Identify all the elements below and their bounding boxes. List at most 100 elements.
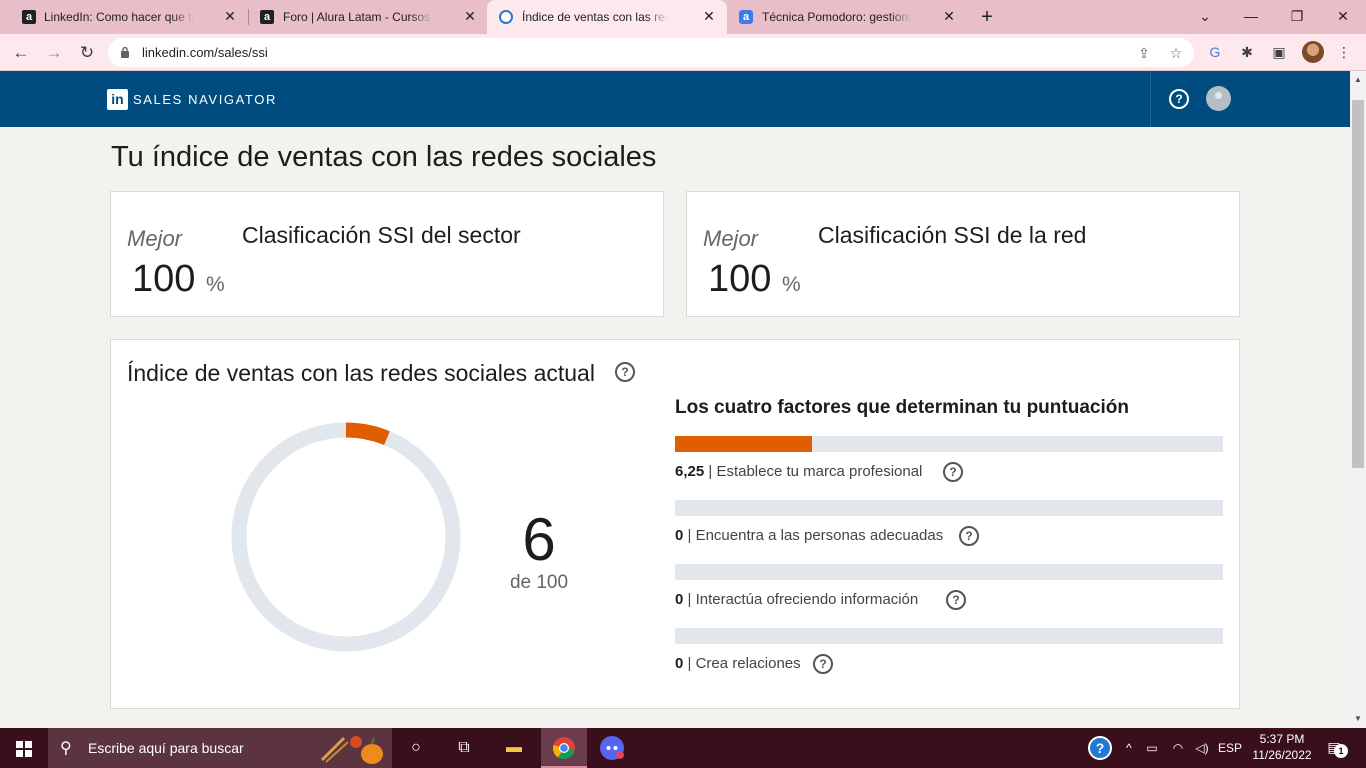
- factor-label: Encuentra a las personas adecuadas: [695, 527, 944, 544]
- rank-value: 100: [708, 258, 772, 300]
- alura-icon: a: [739, 10, 753, 24]
- notification-badge: 1: [1334, 744, 1348, 758]
- system-clock[interactable]: 5:37 PM 11/26/2022: [1246, 731, 1318, 763]
- close-icon[interactable]: ✕: [941, 8, 957, 24]
- close-icon[interactable]: ✕: [462, 8, 478, 24]
- rank-unit: %: [782, 273, 801, 296]
- factor-label: Establece tu marca profesional: [716, 463, 923, 480]
- reload-button[interactable]: ↻: [74, 40, 100, 66]
- linkedin-sn-icon: [499, 10, 513, 24]
- sales-navigator-header: in SALES NAVIGATOR ?: [0, 71, 1350, 127]
- task-view-icon[interactable]: ⧉: [450, 734, 478, 762]
- factor-bar-fill: [675, 436, 812, 452]
- factor-label: Crea relaciones: [695, 655, 801, 672]
- browser-tab[interactable]: a Técnica Pomodoro: gestiona tu tiempo ✕: [727, 0, 967, 34]
- factor-value: 0: [675, 527, 684, 544]
- close-icon[interactable]: ✕: [701, 8, 717, 24]
- menu-icon[interactable]: ⋮: [1334, 42, 1354, 62]
- alura-icon: a: [260, 10, 274, 24]
- translate-icon[interactable]: G: [1205, 42, 1225, 62]
- chrome-taskbar-button[interactable]: [541, 728, 587, 768]
- network-rank-card: Mejor 100 % Clasificación SSI de la red: [686, 191, 1240, 317]
- factor-value: 0: [675, 655, 684, 672]
- factor-row: 0 | Crea relaciones: [675, 655, 801, 672]
- wifi-icon[interactable]: ◠: [1168, 728, 1188, 768]
- factor-bar: [675, 436, 1223, 452]
- product-name[interactable]: SALES NAVIGATOR: [133, 92, 277, 107]
- ssi-score-max: de 100: [509, 572, 569, 593]
- chrome-icon: [552, 737, 575, 760]
- restore-button[interactable]: ❐: [1274, 0, 1320, 34]
- lock-icon: [121, 46, 129, 58]
- index-title: Índice de ventas con las redes sociales …: [127, 360, 595, 386]
- sector-rank-card: Mejor 100 % Clasificación SSI del sector: [110, 191, 664, 317]
- rank-qualifier: Mejor: [703, 226, 759, 251]
- battery-icon[interactable]: ▭: [1142, 728, 1162, 768]
- alura-icon: a: [22, 10, 36, 24]
- forward-button[interactable]: →: [41, 40, 67, 66]
- browser-tab[interactable]: a LinkedIn: Como hacer que tu perfil ✕: [0, 0, 248, 34]
- search-placeholder: Escribe aquí para buscar: [88, 740, 244, 756]
- donut-track: [231, 422, 461, 652]
- side-panel-icon[interactable]: ▣: [1269, 42, 1289, 62]
- language-indicator[interactable]: ESP: [1216, 728, 1244, 768]
- rank-qualifier: Mejor: [127, 226, 183, 251]
- profile-avatar[interactable]: [1302, 41, 1324, 63]
- help-icon[interactable]: ?: [946, 590, 966, 610]
- back-button[interactable]: ←: [8, 40, 34, 66]
- chevron-up-icon[interactable]: ^: [1120, 728, 1138, 768]
- score-donut: [231, 422, 461, 652]
- extensions-icon[interactable]: ✱: [1237, 42, 1257, 62]
- close-icon[interactable]: ✕: [222, 8, 238, 24]
- close-window-button[interactable]: ✕: [1320, 0, 1366, 34]
- help-icon[interactable]: ?: [615, 362, 635, 382]
- rank-value: 100: [132, 258, 196, 300]
- factor-value: 6,25: [675, 463, 705, 480]
- help-icon[interactable]: ?: [943, 462, 963, 482]
- help-icon[interactable]: ?: [813, 654, 833, 674]
- tab-search-button[interactable]: ⌄: [1182, 0, 1228, 34]
- cortana-icon[interactable]: ○: [402, 734, 430, 762]
- factor-bar: [675, 564, 1223, 580]
- factor-label: Interactúa ofreciendo información: [695, 591, 919, 608]
- volume-icon[interactable]: ◁): [1192, 728, 1212, 768]
- bookmark-star-icon[interactable]: ☆: [1166, 43, 1186, 63]
- tab-title: Índice de ventas con las redes sociales: [522, 10, 668, 24]
- clock-date: 11/26/2022: [1252, 748, 1312, 762]
- minimize-button[interactable]: —: [1228, 0, 1274, 34]
- help-icon[interactable]: ?: [1169, 89, 1189, 109]
- url-text: linkedin.com/sales/ssi: [142, 45, 268, 60]
- share-icon[interactable]: ⇪: [1134, 43, 1154, 63]
- linkedin-logo[interactable]: in: [107, 89, 128, 110]
- ssi-index-card: Índice de ventas con las redes sociales …: [110, 339, 1240, 709]
- browser-tab-strip: a LinkedIn: Como hacer que tu perfil ✕ a…: [0, 0, 1366, 34]
- tab-title: Foro | Alura Latam - Cursos online: [283, 10, 433, 24]
- ssi-score: 6: [522, 506, 556, 573]
- help-icon[interactable]: ?: [959, 526, 979, 546]
- windows-start-icon[interactable]: [16, 741, 32, 757]
- clock-time: 5:37 PM: [1259, 732, 1305, 746]
- browser-tab-active[interactable]: Índice de ventas con las redes sociales …: [487, 0, 727, 34]
- factor-bar: [675, 500, 1223, 516]
- taskbar-search[interactable]: ⚲ Escribe aquí para buscar: [48, 728, 392, 768]
- address-bar[interactable]: linkedin.com/sales/ssi ⇪ ☆: [108, 38, 1194, 67]
- factors-title: Los cuatro factores que determinan tu pu…: [675, 397, 1129, 418]
- factor-value: 0: [675, 591, 684, 608]
- scrollbar-thumb[interactable]: [1352, 100, 1364, 468]
- file-explorer-icon[interactable]: ▬: [500, 734, 528, 762]
- scroll-down-icon[interactable]: ▼: [1350, 711, 1366, 727]
- rank-unit: %: [206, 273, 225, 296]
- factor-bar: [675, 628, 1223, 644]
- svg-text:?: ?: [1096, 740, 1105, 756]
- new-tab-button[interactable]: +: [976, 6, 998, 28]
- windows-taskbar: ⚲ Escribe aquí para buscar ○ ⧉ ▬ ? ^ ▭ ◠…: [0, 728, 1366, 768]
- notification-center-icon[interactable]: ▤1: [1324, 738, 1348, 758]
- user-avatar[interactable]: [1206, 86, 1231, 111]
- help-tray-icon[interactable]: ?: [1086, 734, 1114, 762]
- discord-icon[interactable]: [598, 734, 626, 762]
- search-icon: ⚲: [60, 740, 72, 757]
- scroll-up-icon[interactable]: ▲: [1350, 72, 1366, 88]
- rank-title: Clasificación SSI de la red: [818, 222, 1087, 248]
- rank-title: Clasificación SSI del sector: [242, 222, 521, 248]
- browser-tab[interactable]: a Foro | Alura Latam - Cursos online ✕: [248, 0, 488, 34]
